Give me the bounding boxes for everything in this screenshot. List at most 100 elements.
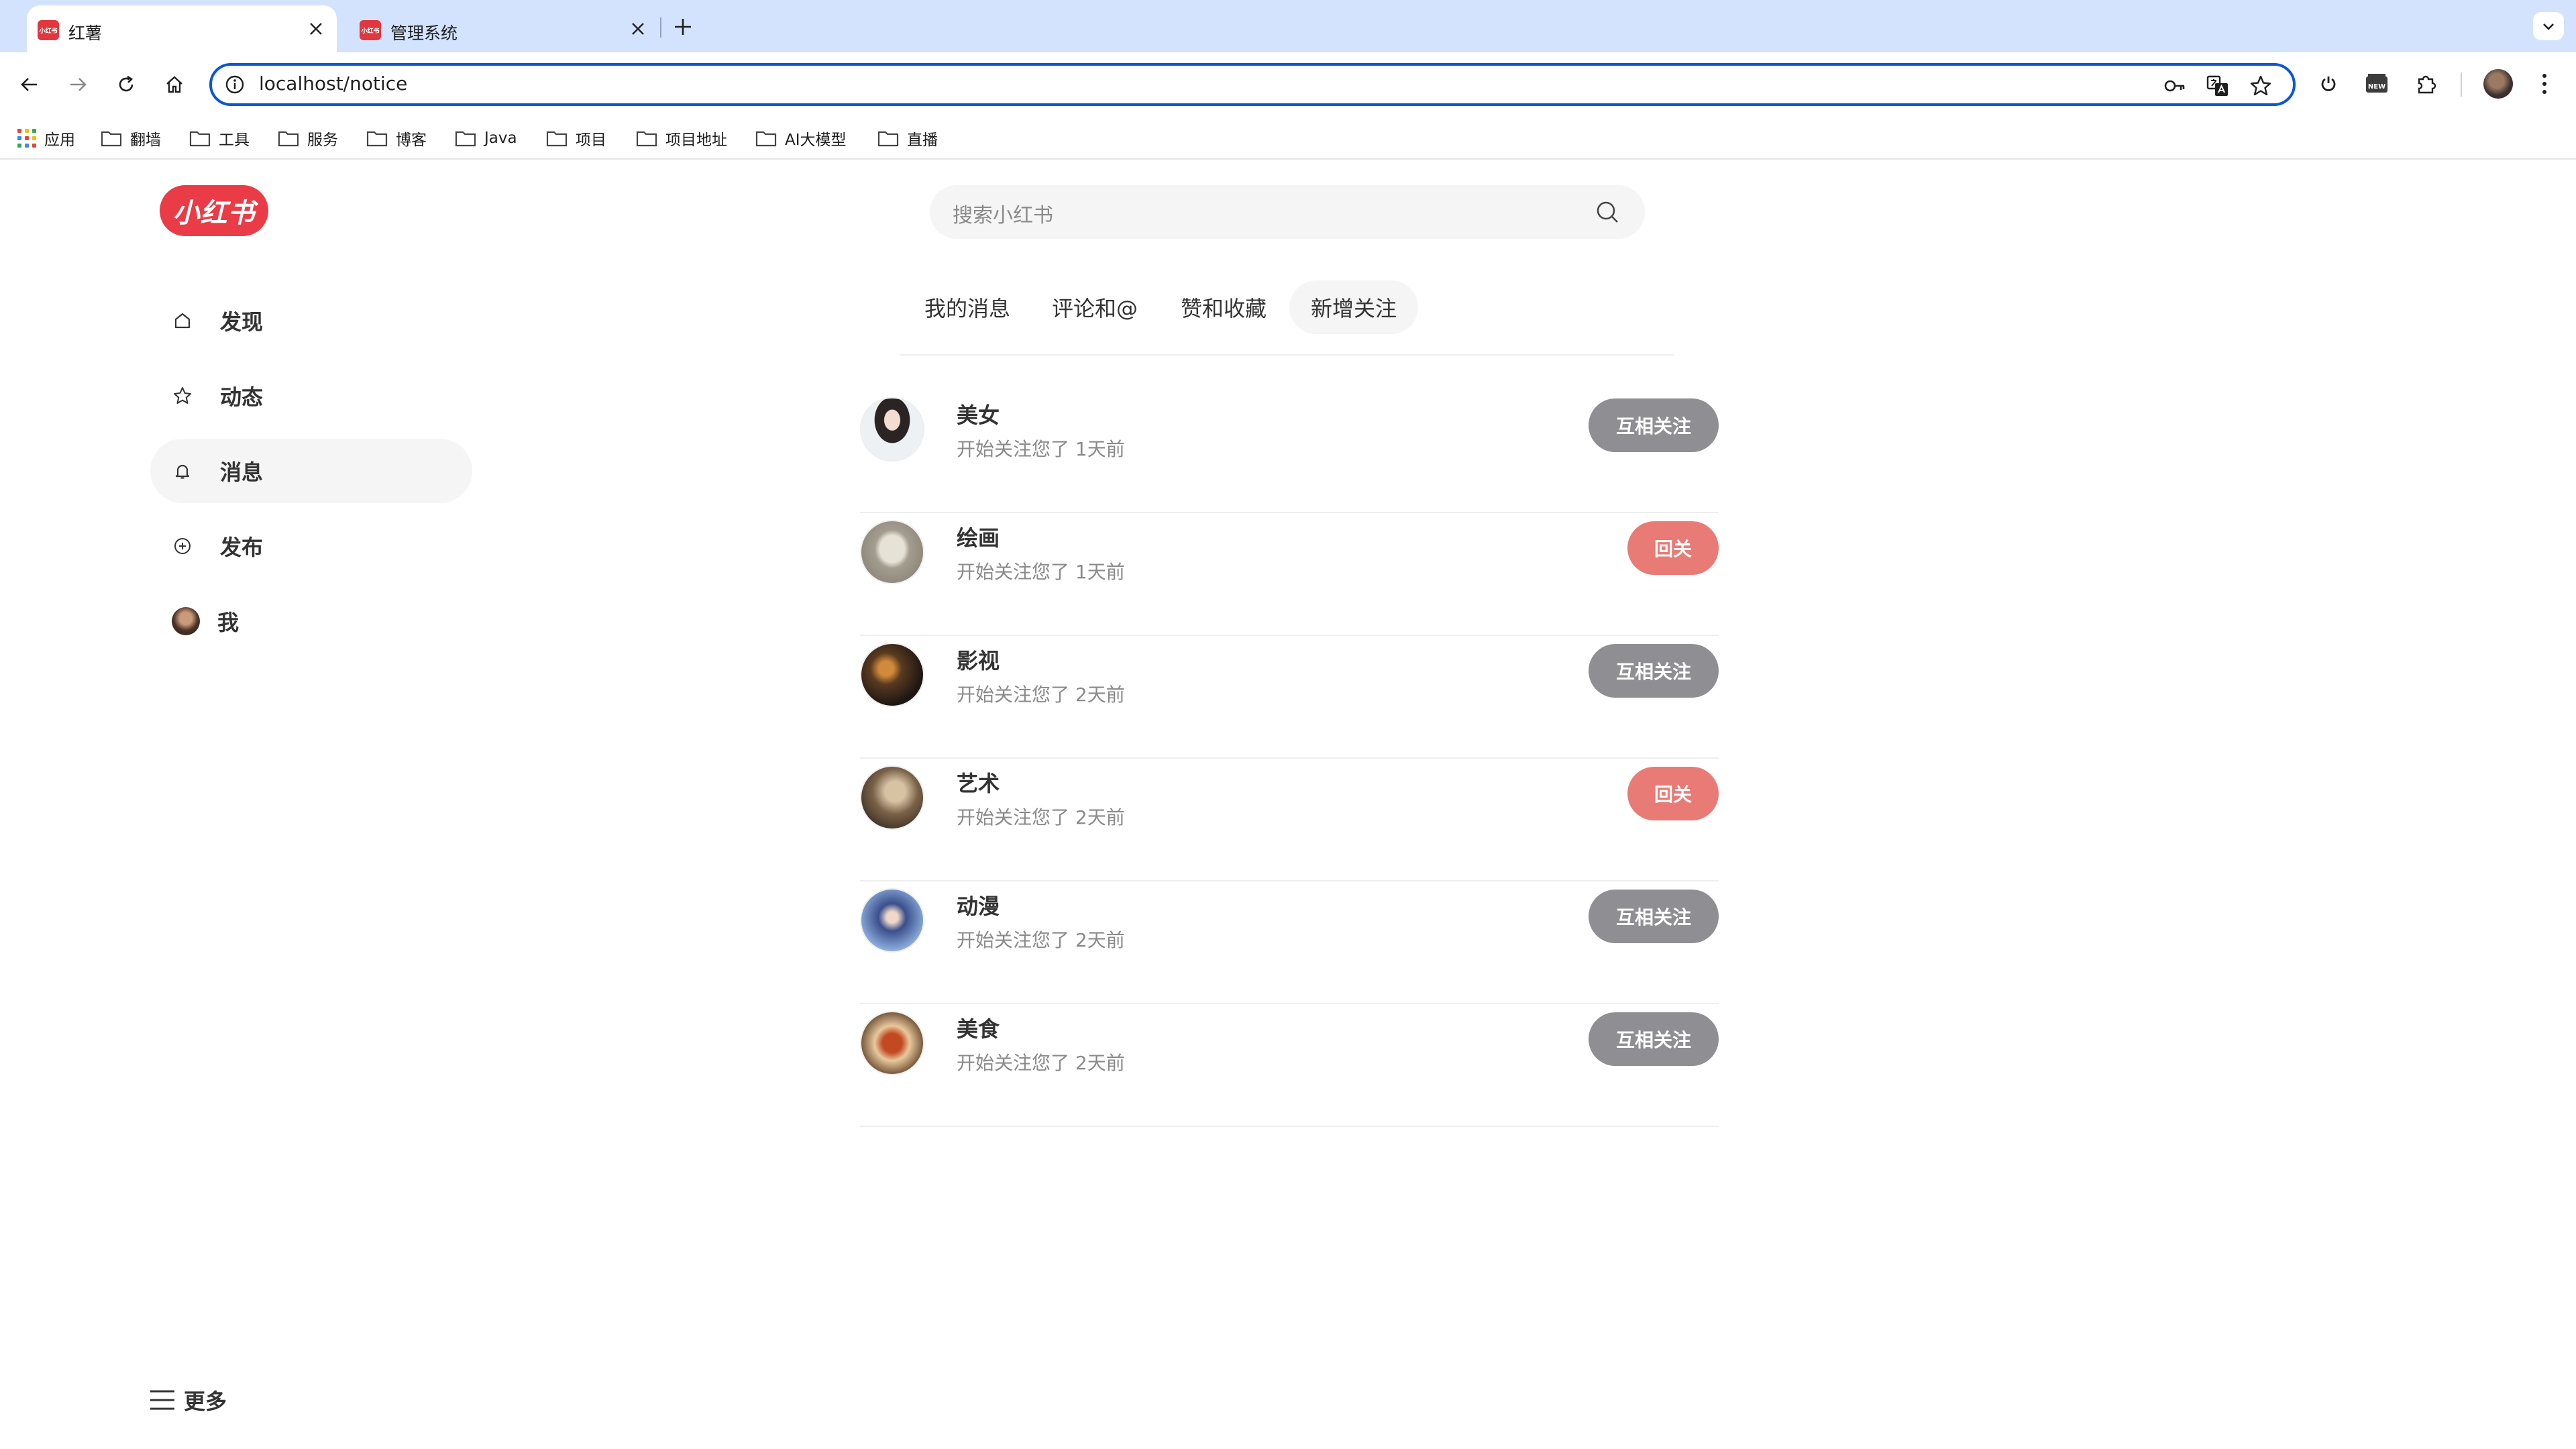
tab-my-messages[interactable]: 我的消息 [904,280,1030,334]
follow-time: 开始关注您了 2天前 [957,1052,1125,1074]
mutual-follow-button[interactable]: 互相关注 [1589,1012,1719,1066]
bookmark-label: 项目地址 [665,131,727,149]
bookmark-label: 博客 [396,131,427,149]
sidebar-item-me[interactable]: 我 [150,589,472,653]
list-item[interactable]: 动漫 开始关注您了 2天前 互相关注 [860,881,1719,1004]
follower-name[interactable]: 艺术 [957,767,1000,798]
follower-name[interactable]: 美食 [957,1012,1000,1043]
url-text[interactable]: localhost/notice [259,72,407,95]
toolbar-separator [2461,72,2462,97]
bookmark-folder[interactable]: 工具 [189,126,250,150]
back-button[interactable] [12,67,47,102]
info-icon[interactable] [224,74,246,95]
avatar [172,607,200,635]
folder-icon [755,131,777,147]
hamburger-menu-icon [150,1390,174,1410]
avatar[interactable] [860,1011,924,1075]
avatar[interactable] [860,643,924,707]
follower-name[interactable]: 动漫 [957,890,1000,920]
folder-icon [278,131,299,147]
follow-time: 开始关注您了 2天前 [957,929,1125,951]
follower-name[interactable]: 绘画 [957,521,1000,552]
bookmark-folder[interactable]: 直播 [877,126,938,150]
follower-name[interactable]: 美女 [957,398,1000,429]
folder-icon [546,131,568,147]
sidebar-item-label: 发现 [220,309,264,335]
new-tab-button[interactable] [668,13,698,40]
tab-search-button[interactable] [2533,12,2564,40]
browser-tabstrip: 小红书 红薯 小红书 管理系统 [0,0,2576,52]
tab-favicon-icon: 小红书 [360,20,381,40]
tab-comments-mentions[interactable]: 评论和@ [1032,280,1158,334]
list-item[interactable]: 艺术 开始关注您了 2天前 回关 [860,759,1719,881]
tab-close-icon[interactable] [627,17,649,40]
arrow-right-icon [70,78,87,91]
list-item[interactable]: 美女 开始关注您了 1天前 互相关注 [860,390,1719,513]
bookmark-star-icon[interactable] [2247,72,2274,99]
browser-menu-kebab-icon[interactable] [2528,67,2561,101]
translate-icon[interactable] [2204,72,2231,99]
app-logo[interactable]: 小红书 [160,185,268,236]
bookmark-label: 项目 [576,131,606,149]
browser-tab-active[interactable]: 小红书 红薯 [27,5,337,52]
tab-new-followers[interactable]: 新增关注 [1289,280,1418,334]
divider [900,354,1674,356]
bookmark-folder[interactable]: Java [455,126,517,150]
extensions-puzzle-icon[interactable] [2410,67,2443,101]
bookmark-apps[interactable]: 应用 [17,126,75,150]
chevron-down-icon [2543,23,2554,30]
bookmark-folder[interactable]: 翻墙 [101,126,161,150]
list-item[interactable]: 绘画 开始关注您了 1天前 回关 [860,513,1719,636]
extension-new-icon[interactable]: NEW [2360,67,2394,101]
mutual-follow-button[interactable]: 互相关注 [1589,890,1719,943]
avatar[interactable] [860,397,924,462]
reload-button[interactable] [109,67,144,102]
folder-icon [366,131,388,147]
sidebar-item-publish[interactable]: 发布 [150,514,472,578]
sidebar-item-messages[interactable]: 消息 [150,439,472,503]
bookmark-folder[interactable]: 服务 [278,126,338,150]
bookmark-label: 直播 [907,131,938,149]
browser-tab[interactable]: 小红书 管理系统 [349,5,659,52]
follow-back-button[interactable]: 回关 [1627,767,1719,820]
mutual-follow-button[interactable]: 互相关注 [1589,398,1719,452]
bookmark-folder[interactable]: 项目 [546,126,606,150]
sidebar-item-feed[interactable]: 动态 [150,364,472,428]
profile-avatar[interactable] [2483,69,2513,99]
tab-likes-collects[interactable]: 赞和收藏 [1159,280,1288,334]
forward-button[interactable] [60,67,95,102]
avatar[interactable] [860,765,924,830]
reload-icon [119,75,133,92]
mutual-follow-button[interactable]: 互相关注 [1589,644,1719,698]
home-button[interactable] [157,67,192,102]
tab-title: 管理系统 [390,23,458,43]
folder-icon [189,131,211,147]
bookmark-label: 翻墙 [130,131,161,149]
follower-name[interactable]: 影视 [957,644,1000,675]
avatar[interactable] [860,888,924,953]
bookmark-label: AI大模型 [785,131,847,149]
tab-close-icon[interactable] [305,17,327,40]
list-item[interactable]: 美食 开始关注您了 2天前 互相关注 [860,1004,1719,1127]
search-bar[interactable]: 搜索小红书 [930,185,1645,239]
bookmark-folder[interactable]: AI大模型 [755,126,847,150]
search-input[interactable]: 搜索小红书 [953,199,1053,228]
list-item[interactable]: 影视 开始关注您了 2天前 互相关注 [860,636,1719,759]
bookmark-label: Java [484,129,517,147]
password-key-icon[interactable] [2161,72,2188,99]
bookmark-folder[interactable]: 博客 [366,126,427,150]
bookmark-folder[interactable]: 项目地址 [636,126,727,150]
avatar[interactable] [860,520,924,584]
bookmark-label: 工具 [219,131,250,149]
follow-time: 开始关注您了 1天前 [957,561,1125,583]
address-bar[interactable]: localhost/notice [209,63,2296,106]
bookmark-label: 应用 [44,131,75,149]
browser-toolbar: localhost/notice NEW [0,52,2576,115]
follow-back-button[interactable]: 回关 [1627,521,1719,575]
tab-favicon-icon: 小红书 [38,20,59,40]
sidebar-item-discover[interactable]: 发现 [150,288,472,353]
more-menu-button[interactable]: 更多 [149,1385,227,1415]
power-icon[interactable] [2312,67,2345,101]
follow-time: 开始关注您了 2天前 [957,684,1125,706]
search-icon[interactable] [1594,199,1621,225]
